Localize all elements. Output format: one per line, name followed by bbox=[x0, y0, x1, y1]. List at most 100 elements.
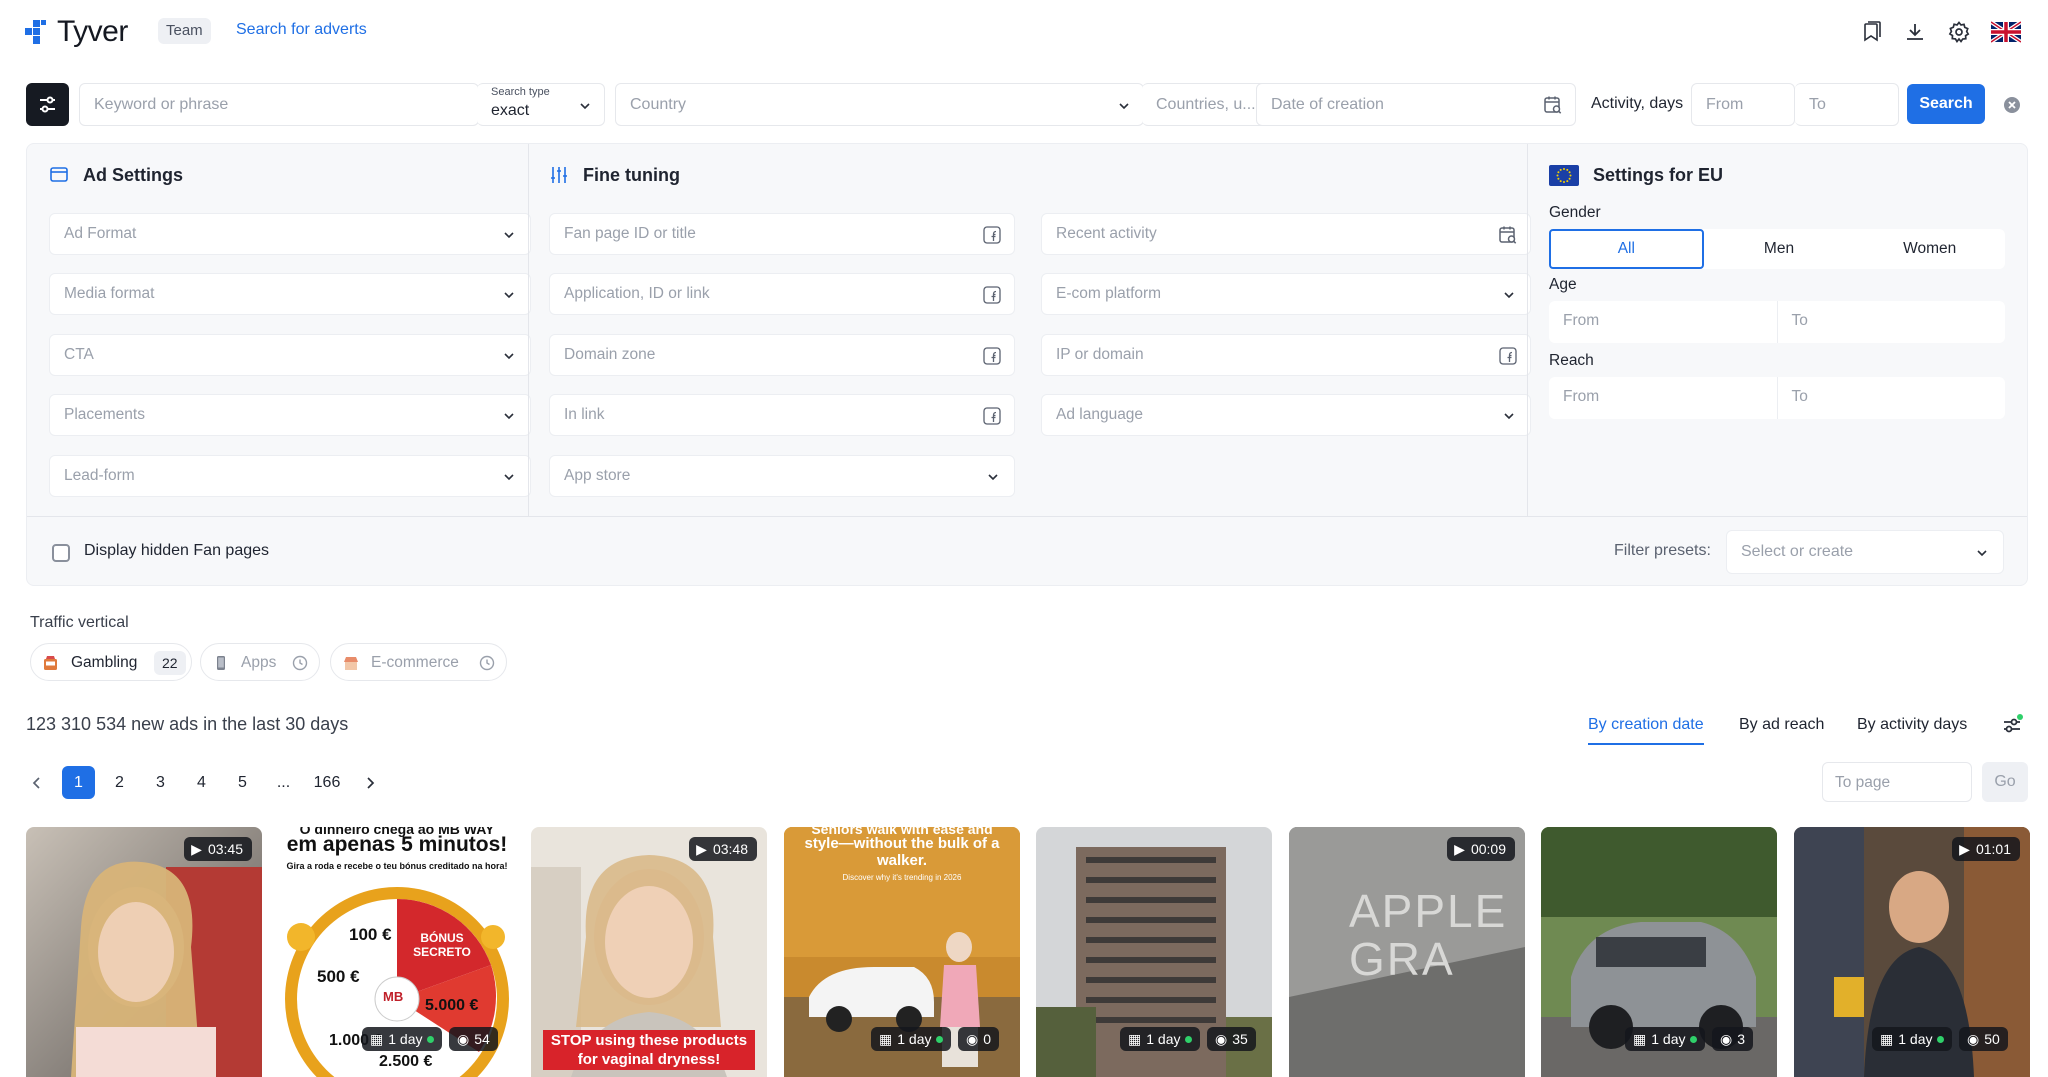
to-page-input[interactable]: To page bbox=[1822, 762, 1972, 802]
chip-gambling[interactable]: Gambling 22 bbox=[30, 643, 192, 681]
active-dot bbox=[427, 1035, 435, 1043]
sort-settings-icon[interactable] bbox=[2001, 714, 2023, 736]
calendar-icon: ▦ bbox=[370, 1031, 384, 1047]
ad-card[interactable]: ▶ 03:48 STOP using these products for vag… bbox=[531, 827, 767, 1077]
app-store-select[interactable]: App store bbox=[549, 455, 1015, 497]
ad-card[interactable]: ▦ 1 day ◉ 3 bbox=[1541, 827, 1777, 1077]
sort-by-activity-days[interactable]: By activity days bbox=[1857, 716, 1967, 734]
page-5[interactable]: 5 bbox=[226, 766, 259, 799]
filters-toggle-button[interactable] bbox=[26, 83, 69, 126]
page-3[interactable]: 3 bbox=[144, 766, 177, 799]
page-last[interactable]: 166 bbox=[309, 766, 345, 799]
eye-icon: ◉ bbox=[457, 1031, 470, 1047]
gender-option-all[interactable]: All bbox=[1549, 229, 1704, 269]
filter-presets-select[interactable]: Select or create bbox=[1726, 530, 2004, 574]
search-type-select[interactable]: Search type exact bbox=[477, 83, 605, 126]
in-link-input[interactable]: In link bbox=[549, 394, 1015, 436]
search-button[interactable]: Search bbox=[1907, 84, 1985, 124]
chip-ecommerce[interactable]: E-commerce bbox=[330, 643, 507, 681]
reach-label: Reach bbox=[1549, 352, 1594, 369]
views-badge: ◉ 54 bbox=[449, 1027, 498, 1051]
page-1[interactable]: 1 bbox=[62, 766, 95, 799]
uk-flag-icon[interactable] bbox=[1991, 21, 2021, 43]
placements-select[interactable]: Placements bbox=[49, 394, 531, 436]
age-range: From To bbox=[1549, 301, 2005, 343]
countries-exclude-select[interactable]: Countries, u... bbox=[1142, 83, 1274, 126]
hidden-fan-pages-checkbox[interactable] bbox=[52, 544, 70, 562]
ad-thumbnail bbox=[26, 827, 262, 1077]
reach-to-input[interactable]: To bbox=[1776, 377, 2006, 419]
next-page-icon[interactable] bbox=[362, 775, 378, 791]
ad-language-select[interactable]: Ad language bbox=[1041, 394, 1531, 436]
facebook-icon bbox=[983, 407, 1001, 425]
fan-page-input[interactable]: Fan page ID or title bbox=[549, 213, 1015, 255]
eye-icon: ◉ bbox=[1720, 1031, 1733, 1047]
sort-by-ad-reach[interactable]: By ad reach bbox=[1739, 716, 1824, 734]
reach-from-input[interactable]: From bbox=[1549, 377, 1777, 419]
wheel-value: 100 € bbox=[349, 925, 392, 944]
media-format-select[interactable]: Media format bbox=[49, 273, 531, 315]
brand-name: Tyver bbox=[57, 15, 128, 48]
active-dot bbox=[1937, 1035, 1945, 1043]
play-icon: ▶ bbox=[1959, 841, 1970, 857]
age-label: Age bbox=[1549, 276, 1577, 293]
chevron-down-icon bbox=[504, 232, 514, 239]
lead-form-select[interactable]: Lead-form bbox=[49, 455, 531, 497]
gender-option-women[interactable]: Women bbox=[1854, 229, 2005, 269]
shop-icon bbox=[344, 657, 358, 670]
chip-gambling-count: 22 bbox=[154, 651, 186, 675]
application-input[interactable]: Application, ID or link bbox=[549, 273, 1015, 315]
page-4[interactable]: 4 bbox=[185, 766, 218, 799]
search-adverts-link[interactable]: Search for adverts bbox=[236, 21, 367, 39]
chip-ecommerce-label: E-commerce bbox=[371, 654, 459, 671]
ip-domain-input[interactable]: IP or domain bbox=[1041, 334, 1531, 376]
ad-card[interactable]: ▶ 03:45 bbox=[26, 827, 262, 1077]
team-badge: Team bbox=[158, 18, 211, 44]
ad-card[interactable]: Seniors walk with ease and style—without… bbox=[784, 827, 1020, 1077]
views-badge: ◉ 50 bbox=[1959, 1027, 2008, 1051]
age-from-input[interactable]: From bbox=[1549, 301, 1777, 343]
chevron-down-icon bbox=[1504, 292, 1514, 299]
hidden-fan-pages-label[interactable]: Display hidden Fan pages bbox=[84, 542, 269, 560]
ad-card[interactable]: O dinheiro chega ao MB WAY em apenas 5 m… bbox=[279, 827, 515, 1077]
domain-zone-input[interactable]: Domain zone bbox=[549, 334, 1015, 376]
keyword-input[interactable]: Keyword or phrase bbox=[79, 83, 479, 126]
activity-to-input[interactable]: To bbox=[1795, 83, 1899, 126]
prev-page-icon[interactable] bbox=[29, 775, 45, 791]
search-type-label: Search type bbox=[491, 86, 550, 98]
clear-filters-icon[interactable] bbox=[2003, 96, 2021, 114]
play-icon: ▶ bbox=[696, 841, 707, 857]
settings-gear-icon[interactable] bbox=[1947, 20, 1971, 44]
sort-by-creation-date[interactable]: By creation date bbox=[1588, 716, 1704, 745]
tyver-logo-icon bbox=[25, 20, 46, 44]
active-dot bbox=[1690, 1035, 1698, 1043]
chip-apps[interactable]: Apps bbox=[200, 643, 320, 681]
ecom-platform-select[interactable]: E-com platform bbox=[1041, 273, 1531, 315]
gender-segmented-control: All Men Women bbox=[1549, 229, 2005, 269]
ad-card[interactable]: ▦ 1 day ◉ 35 bbox=[1036, 827, 1272, 1077]
cta-select[interactable]: CTA bbox=[49, 334, 531, 376]
brand-logo[interactable]: Tyver bbox=[25, 15, 128, 49]
date-of-creation-input[interactable]: Date of creation bbox=[1256, 83, 1576, 126]
gender-option-men[interactable]: Men bbox=[1704, 229, 1855, 269]
ad-settings-title: Ad Settings bbox=[83, 165, 184, 185]
age-to-input[interactable]: To bbox=[1776, 301, 2006, 343]
ad-card[interactable]: ▶ 01:01 ▦ 1 day ◉ 50 bbox=[1794, 827, 2030, 1077]
ad-card[interactable]: APPLE GRA ▶ 00:09 bbox=[1289, 827, 1525, 1077]
recent-activity-input[interactable]: Recent activity bbox=[1041, 213, 1531, 255]
sign-text: APPLE GRA bbox=[1349, 885, 1508, 985]
page-2[interactable]: 2 bbox=[103, 766, 136, 799]
results-stats: 123 310 534 new ads in the last 30 days bbox=[26, 714, 349, 734]
chevron-down-icon bbox=[1504, 413, 1514, 420]
fine-tuning-title: Fine tuning bbox=[583, 165, 680, 185]
calendar-search-icon bbox=[1499, 226, 1517, 244]
country-select[interactable]: Country bbox=[615, 83, 1144, 126]
ad-format-select[interactable]: Ad Format bbox=[49, 213, 531, 255]
go-button[interactable]: Go bbox=[1982, 762, 2028, 802]
activity-from-input[interactable]: From bbox=[1691, 83, 1795, 126]
ad-headline: em apenas 5 minutos! bbox=[286, 833, 508, 856]
download-icon[interactable] bbox=[1903, 20, 1927, 44]
bookmarks-icon[interactable] bbox=[1859, 20, 1883, 44]
chevron-down-icon bbox=[988, 474, 998, 481]
chip-apps-label: Apps bbox=[241, 654, 277, 671]
